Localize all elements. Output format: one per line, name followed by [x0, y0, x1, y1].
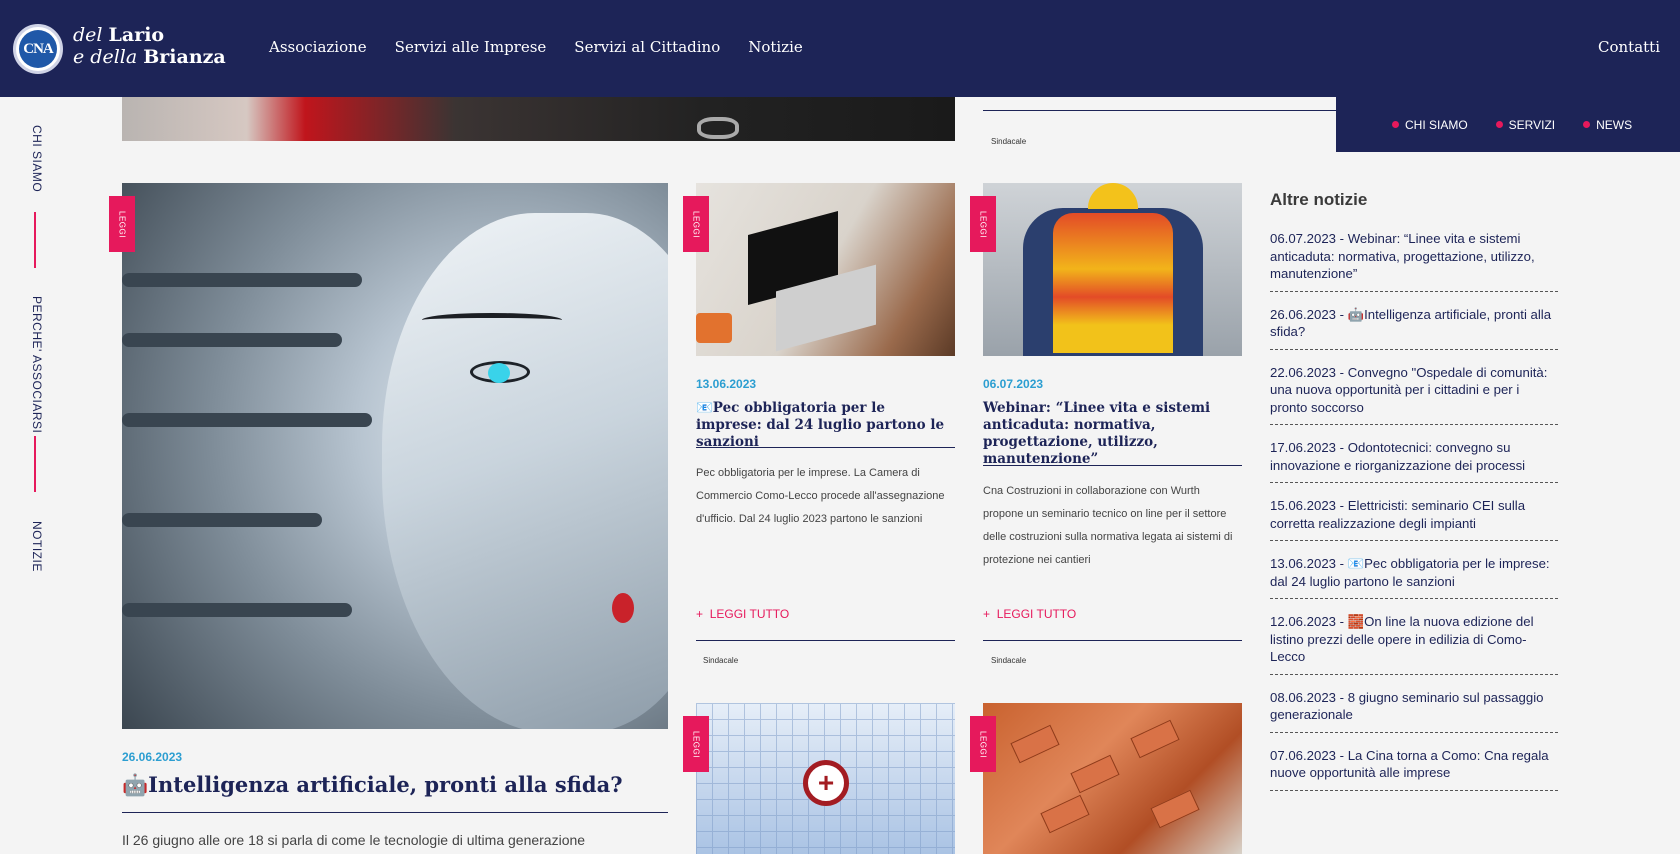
sidenav-divider: [34, 212, 36, 268]
brand-line2-italic: e della: [73, 46, 138, 68]
card-divider: [696, 447, 955, 448]
sidenav-notizie[interactable]: NOTIZIE: [24, 521, 44, 572]
subnav-label: NEWS: [1596, 117, 1633, 132]
leggi-tab[interactable]: LEGGI: [683, 196, 709, 252]
other-news-item[interactable]: 17.06.2023 - Odontotecnici: convegno su …: [1270, 439, 1558, 483]
leggi-tab[interactable]: LEGGI: [970, 716, 996, 772]
plus-icon: +: [983, 607, 991, 621]
robot-article-image[interactable]: [122, 183, 668, 729]
plus-icon: +: [696, 607, 704, 621]
article-title[interactable]: Webinar: “Linee vita e sistemi anticadut…: [983, 400, 1242, 468]
helmet-shape: [1088, 183, 1138, 209]
other-news-item[interactable]: 15.06.2023 - Elettricisti: seminario CEI…: [1270, 497, 1558, 541]
pipe-shape: [122, 413, 372, 427]
other-news-item[interactable]: 13.06.2023 - 📧Pec obbligatoria per le im…: [1270, 555, 1558, 599]
subnav-servizi[interactable]: SERVIZI: [1495, 117, 1556, 132]
bullet-icon: [1392, 121, 1399, 128]
robot-brow: [422, 313, 562, 327]
leggi-tab[interactable]: LEGGI: [683, 716, 709, 772]
brick-shape: [1010, 724, 1060, 764]
article-title[interactable]: 📧Pec obbligatoria per le imprese: dal 24…: [696, 400, 955, 451]
bullet-icon: [1495, 121, 1503, 128]
pipe-shape: [122, 333, 342, 347]
pec-article-image[interactable]: [696, 183, 955, 356]
other-news-item[interactable]: 22.06.2023 - Convegno "Ospedale di comun…: [1270, 364, 1558, 425]
other-news-item[interactable]: 12.06.2023 - 🧱On line la nuova edizione …: [1270, 613, 1558, 675]
category-tag[interactable]: Sindacale: [703, 656, 738, 665]
bullet-icon: [1583, 121, 1591, 128]
bricks-article-image[interactable]: [983, 703, 1242, 854]
article-excerpt: Pec obbligatoria per le imprese. La Came…: [696, 467, 945, 525]
sidenav-chi-siamo[interactable]: CHI SIAMO: [24, 125, 44, 192]
medical-cross-icon: +: [803, 760, 849, 806]
sidenav-perche-associarsi[interactable]: PERCHE' ASSOCIARSI: [24, 296, 44, 433]
contact-link[interactable]: Contatti: [1598, 38, 1660, 56]
card-divider: [983, 640, 1242, 641]
brick-shape: [1150, 789, 1200, 829]
brand-line1-bold: Lario: [108, 24, 165, 46]
card-divider: [983, 465, 1242, 466]
pipe-shape: [122, 273, 362, 287]
other-news-item[interactable]: 06.07.2023 - Webinar: “Linee vita e sist…: [1270, 230, 1558, 292]
webinar-article-image[interactable]: [983, 183, 1242, 356]
article-excerpt: Cna Costruzioni in collaborazione con Wu…: [983, 485, 1233, 566]
brick-shape: [1130, 719, 1180, 759]
other-news-item[interactable]: 08.06.2023 - 8 giugno seminario sul pass…: [1270, 689, 1558, 733]
robot-iris: [488, 363, 510, 383]
subnav-label: CHI SIAMO: [1405, 117, 1468, 132]
card-divider: [122, 812, 668, 813]
orange-drive: [696, 313, 732, 343]
nav-servizi-cittadino[interactable]: Servizi al Cittadino: [574, 38, 720, 56]
other-news-item[interactable]: 07.06.2023 - La Cina torna a Como: Cna r…: [1270, 747, 1558, 791]
read-more-label: LEGGI TUTTO: [996, 607, 1077, 621]
card-divider: [983, 110, 1336, 111]
logo-text: CNA: [19, 30, 57, 68]
article-date: 06.07.2023: [983, 377, 1044, 391]
article-date: 26.06.2023: [122, 750, 183, 764]
category-tag[interactable]: Sindacale: [991, 656, 1026, 665]
other-news-panel: Altre notizie 06.07.2023 - Webinar: “Lin…: [1270, 190, 1558, 805]
other-news-item[interactable]: 26.06.2023 - 🤖Intelligenza artificiale, …: [1270, 306, 1558, 350]
previous-article-image[interactable]: [122, 97, 955, 141]
robot-lip: [612, 593, 634, 623]
site-header: CNA del Lario e della Brianza Associazio…: [0, 0, 1680, 97]
hospital-article-image[interactable]: +: [696, 703, 955, 854]
sidenav-divider: [34, 436, 36, 492]
pipe-shape: [122, 603, 352, 617]
leggi-tab[interactable]: LEGGI: [970, 196, 996, 252]
read-more-link[interactable]: + LEGGI TUTTO: [696, 607, 789, 621]
subnav-chi-siamo[interactable]: CHI SIAMO: [1392, 118, 1468, 132]
nav-servizi-imprese[interactable]: Servizi alle Imprese: [395, 38, 547, 56]
article-date: 13.06.2023: [696, 377, 757, 391]
leggi-tab[interactable]: LEGGI: [109, 196, 135, 252]
category-tag[interactable]: Sindacale: [991, 137, 1026, 146]
brand-line2-bold: Brianza: [143, 46, 226, 68]
robot-face: [382, 213, 668, 729]
article-excerpt: Il 26 giugno alle ore 18 si parla di com…: [122, 832, 586, 848]
ring-shape: [697, 117, 739, 139]
main-nav: Associazione Servizi alle Imprese Serviz…: [269, 38, 803, 56]
other-news-title: Altre notizie: [1270, 190, 1368, 209]
pipe-shape: [122, 513, 322, 527]
cna-logo[interactable]: CNA: [13, 24, 63, 74]
brand-name[interactable]: del Lario e della Brianza: [73, 24, 226, 68]
subnav-label: SERVIZI: [1508, 117, 1556, 132]
safety-vest: [1053, 213, 1173, 353]
card-divider: [696, 640, 955, 641]
nav-associazione[interactable]: Associazione: [269, 38, 367, 56]
read-more-label: LEGGI TUTTO: [709, 607, 790, 621]
subnav-news[interactable]: NEWS: [1583, 118, 1632, 132]
brand-line1-italic: del: [73, 24, 103, 46]
brick-shape: [1070, 754, 1120, 794]
read-more-link[interactable]: + LEGGI TUTTO: [983, 607, 1076, 621]
section-subnav: CHI SIAMO SERVIZI NEWS: [1336, 97, 1680, 152]
nav-notizie[interactable]: Notizie: [748, 38, 803, 56]
brick-shape: [1040, 794, 1090, 834]
article-title[interactable]: 🤖Intelligenza artificiale, pronti alla s…: [122, 772, 623, 798]
